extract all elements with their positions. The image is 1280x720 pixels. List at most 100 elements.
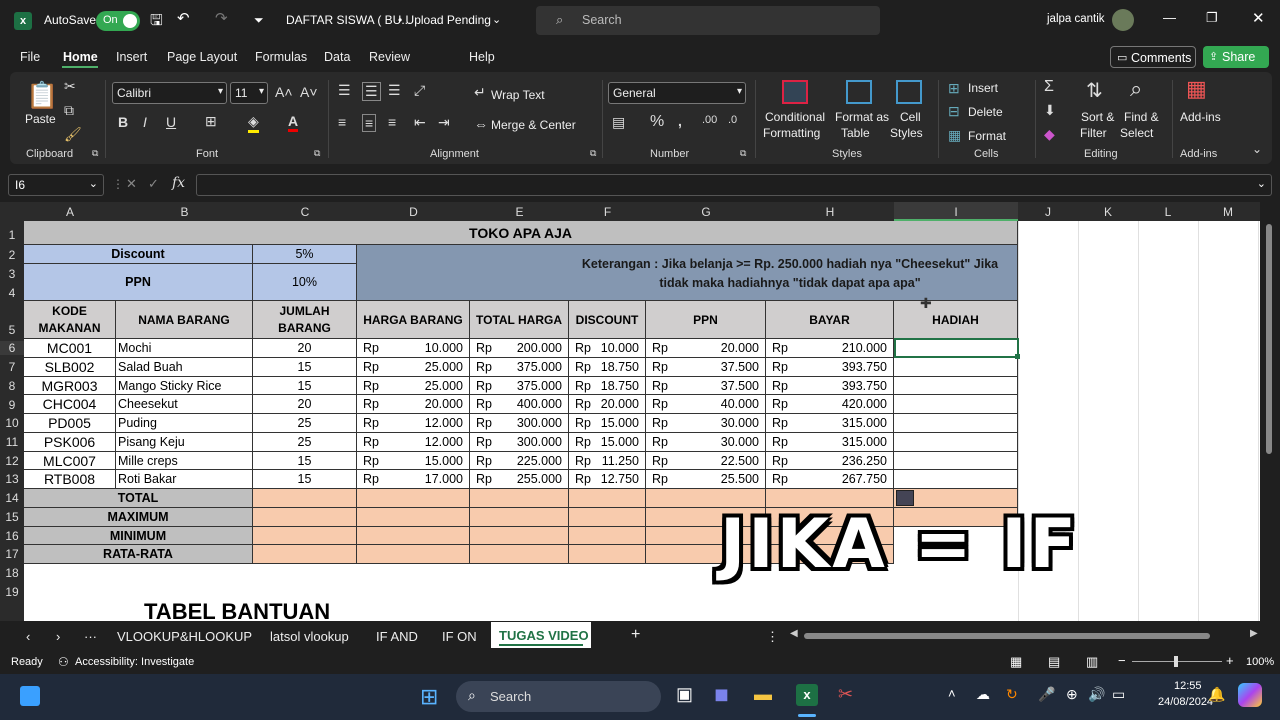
cell-kode[interactable]: CHC004 xyxy=(24,395,116,414)
vertical-scrollbar[interactable] xyxy=(1262,212,1276,622)
align-top-icon[interactable]: ☰ xyxy=(338,82,351,99)
fill-color-icon[interactable]: ◈ xyxy=(248,113,259,133)
cell-total[interactable]: Rp 300.000 xyxy=(470,414,569,433)
battery-icon[interactable]: ▭ xyxy=(1112,686,1125,703)
cell-ppn[interactable]: Rp 30.000 xyxy=(646,433,766,452)
column-header-d[interactable]: D xyxy=(357,205,470,219)
header-discount[interactable]: DISCOUNT xyxy=(569,301,646,339)
cell-total[interactable]: Rp 225.000 xyxy=(470,452,569,470)
add-ins-button[interactable]: Add-ins xyxy=(1180,110,1221,124)
copy-icon[interactable]: ⧉ xyxy=(64,102,74,119)
cell-total[interactable]: Rp 200.000 xyxy=(470,339,569,358)
cell-bayar[interactable]: Rp 236.250 xyxy=(766,452,894,470)
comments-button[interactable]: ▭ Comments xyxy=(1110,46,1196,68)
menu-help[interactable]: Help xyxy=(469,50,495,64)
row-header[interactable]: 5 xyxy=(0,323,24,337)
summary-cell[interactable] xyxy=(357,508,470,527)
cell-kode[interactable]: PSK006 xyxy=(24,433,116,452)
column-header-g[interactable]: G xyxy=(646,205,766,219)
font-dialog-launcher-icon[interactable]: ⧉ xyxy=(314,148,320,159)
summary-cell[interactable] xyxy=(569,489,646,508)
menu-review[interactable]: Review xyxy=(369,50,410,64)
align-middle-icon[interactable]: ☰ xyxy=(362,82,381,101)
cell-ppn[interactable]: Rp 40.000 xyxy=(646,395,766,414)
cell-jumlah[interactable]: 25 xyxy=(253,414,357,433)
cell-harga[interactable]: Rp 20.000 xyxy=(357,395,470,414)
cell-ppn[interactable]: Rp 25.500 xyxy=(646,470,766,489)
format-cells-button[interactable]: Format xyxy=(968,129,1006,143)
cell-harga[interactable]: Rp 12.000 xyxy=(357,433,470,452)
tab-options-icon[interactable]: ⋮ xyxy=(766,629,779,645)
cell-kode[interactable]: SLB002 xyxy=(24,358,116,377)
cell-discount[interactable]: Rp 10.000 xyxy=(569,339,646,358)
cell-kode[interactable]: MC001 xyxy=(24,339,116,358)
underline-icon[interactable]: U xyxy=(166,114,176,130)
column-header-l[interactable]: L xyxy=(1138,205,1198,219)
wrap-text-button[interactable]: Wrap Text xyxy=(491,88,545,102)
cell-ppn[interactable]: Rp 37.500 xyxy=(646,377,766,395)
row-header[interactable]: 3 xyxy=(0,267,24,281)
copilot-icon[interactable] xyxy=(1238,683,1262,707)
cell-kode[interactable]: RTB008 xyxy=(24,470,116,489)
cell-jumlah[interactable]: 20 xyxy=(253,339,357,358)
cancel-entry-icon[interactable]: ✕ xyxy=(126,176,137,192)
align-center-icon[interactable]: ≡ xyxy=(362,114,377,132)
accessibility-status[interactable]: Accessibility: Investigate xyxy=(75,656,194,668)
taskbar-search[interactable]: ⌕ Search xyxy=(456,681,661,712)
insert-cells-button[interactable]: Insert xyxy=(968,81,998,95)
cell-hadiah[interactable] xyxy=(894,433,1018,452)
column-header-b[interactable]: B xyxy=(116,205,253,219)
cell-nama[interactable]: Roti Bakar xyxy=(116,470,253,489)
header-kode[interactable]: KODE MAKANAN xyxy=(24,301,116,339)
cell-ppn[interactable]: Rp 22.500 xyxy=(646,452,766,470)
cell-harga[interactable]: Rp 10.000 xyxy=(357,339,470,358)
row-header[interactable]: 8 xyxy=(0,379,24,393)
search-box[interactable]: ⌕ Search xyxy=(536,6,880,35)
row-header[interactable]: 12 xyxy=(0,454,24,468)
cell-discount[interactable]: Rp 20.000 xyxy=(569,395,646,414)
summary-cell[interactable] xyxy=(470,527,569,545)
comma-style-icon[interactable]: , xyxy=(678,113,682,129)
zoom-level[interactable]: 100% xyxy=(1246,656,1274,668)
find-select-line1[interactable]: Find & xyxy=(1124,110,1159,124)
clock-time[interactable]: 12:55 xyxy=(1174,680,1202,692)
more-options-icon[interactable]: ⋮ xyxy=(112,177,124,191)
summary-cell[interactable] xyxy=(470,508,569,527)
page-break-view-icon[interactable]: ▥ xyxy=(1086,654,1098,670)
cell-bayar[interactable]: Rp 420.000 xyxy=(766,395,894,414)
cell-bayar[interactable]: Rp 267.750 xyxy=(766,470,894,489)
header-harga[interactable]: HARGA BARANG xyxy=(357,301,470,339)
row-header[interactable]: 17 xyxy=(0,547,24,561)
discount-value[interactable]: 5% xyxy=(253,245,357,264)
number-format-dropdown[interactable]: General ▾ xyxy=(608,82,746,104)
column-header-a[interactable]: A xyxy=(24,205,116,219)
paste-button[interactable]: Paste xyxy=(25,112,56,126)
fill-handle[interactable] xyxy=(1015,354,1020,359)
header-total[interactable]: TOTAL HARGA xyxy=(470,301,569,339)
increase-indent-icon[interactable]: ⇥ xyxy=(438,114,450,131)
cell-total[interactable]: Rp 300.000 xyxy=(470,433,569,452)
row-header[interactable]: 15 xyxy=(0,510,24,524)
sheet-tab-vlookup-hlookup[interactable]: VLOOKUP&HLOOKUP xyxy=(117,629,252,644)
cell-jumlah[interactable]: 15 xyxy=(253,358,357,377)
user-name[interactable]: jalpa cantik xyxy=(1047,13,1105,25)
summary-cell[interactable] xyxy=(253,489,357,508)
cell-hadiah[interactable] xyxy=(894,358,1018,377)
row-header[interactable]: 1 xyxy=(0,228,24,242)
quick-analysis-icon[interactable] xyxy=(896,490,914,506)
row-header[interactable]: 6 xyxy=(0,341,24,355)
confirm-entry-icon[interactable]: ✓ xyxy=(148,176,159,192)
more-sheets-icon[interactable]: ··· xyxy=(84,629,97,644)
document-title[interactable]: DAFTAR SISWA ( BU... xyxy=(286,13,411,27)
header-ppn[interactable]: PPN xyxy=(646,301,766,339)
delete-cells-button[interactable]: Delete xyxy=(968,105,1003,119)
decrease-font-icon[interactable]: A˅ xyxy=(300,84,318,100)
dialog-launcher-icon[interactable]: ⧉ xyxy=(92,148,98,159)
cell-bayar[interactable]: Rp 210.000 xyxy=(766,339,894,358)
cell-bayar[interactable]: Rp 393.750 xyxy=(766,377,894,395)
cell-discount[interactable]: Rp 15.000 xyxy=(569,433,646,452)
cell-hadiah[interactable] xyxy=(894,414,1018,433)
column-header-i[interactable]: I xyxy=(894,202,1018,221)
cell-nama[interactable]: Pisang Keju xyxy=(116,433,253,452)
add-sheet-icon[interactable]: + xyxy=(631,626,640,644)
